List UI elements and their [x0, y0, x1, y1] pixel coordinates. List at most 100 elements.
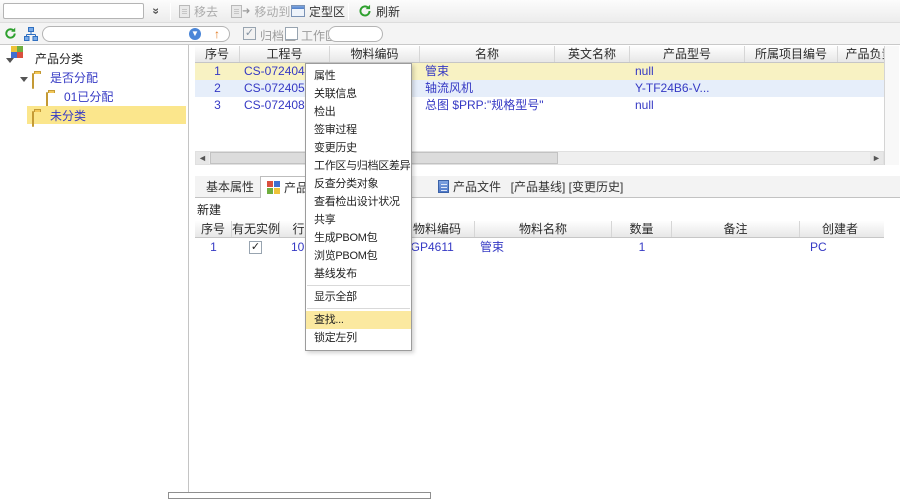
bom-col-creator[interactable]: 创建者 [800, 221, 880, 238]
bom-cell-name: 管束 [480, 239, 504, 256]
menu-item-show-all[interactable]: 显示全部 [306, 288, 411, 306]
cell-no: 1 [195, 63, 240, 80]
col-header-owner[interactable]: 产品负责人 [838, 46, 884, 63]
scroll-left-icon[interactable]: ◄ [196, 152, 209, 164]
file-icon [438, 180, 449, 193]
context-menu: 属性 关联信息 检出 签审过程 变更历史 工作区与归档区差异 反查分类对象 查看… [305, 63, 412, 351]
bom-col-no[interactable]: 序号 [195, 221, 232, 238]
table-row[interactable]: 3 CS-072408 总图 $PRP:"规格型号" null [195, 97, 884, 114]
bom-table-header: 序号 有无实例 行号 物料编码 物料名称 数量 备注 创建者 [195, 221, 884, 238]
tree-node-assign[interactable]: 是否分配 [0, 68, 189, 86]
menu-item-baseline-release[interactable]: 基线发布 [306, 265, 411, 283]
tree-root-label: 产品分类 [35, 51, 83, 68]
instance-checkbox[interactable]: ✓ [249, 241, 262, 254]
filter-toolbar: ▼ ↑ ✓ 归档区 工作区 [0, 23, 900, 45]
move-to-icon: ➜ [231, 5, 250, 18]
menu-item-checkout[interactable]: 检出 [306, 103, 411, 121]
menu-item-browse-pbom[interactable]: 浏览PBOM包 [306, 247, 411, 265]
bom-col-qty[interactable]: 数量 [612, 221, 672, 238]
menu-item-approval[interactable]: 签审过程 [306, 121, 411, 139]
category-grid-icon [267, 181, 280, 194]
search-down-icon[interactable]: ▼ [189, 28, 201, 40]
tree-refresh-icon[interactable] [4, 27, 17, 40]
panel-splitter[interactable] [188, 45, 189, 499]
bom-row[interactable]: 1 ✓ 10 6GP4611 管束 1 PC [195, 239, 884, 257]
product-table-header: 序号 工程号 物料编码 名称 英文名称 产品型号 所属项目编号 产品负责人 [195, 46, 884, 63]
archive-checkbox[interactable]: ✓ [243, 27, 256, 40]
menu-item-lock-left[interactable]: 锁定左列 [306, 329, 411, 347]
horizontal-scrollbar[interactable]: ◄ ► [195, 151, 884, 165]
menu-item-find[interactable]: 查找... [306, 311, 411, 329]
finalize-window-icon [291, 5, 305, 17]
col-header-model[interactable]: 产品型号 [630, 46, 745, 63]
expand-arrow-icon[interactable] [6, 58, 14, 63]
menu-item-reverse-lookup[interactable]: 反查分类对象 [306, 175, 411, 193]
hierarchy-icon[interactable] [24, 27, 38, 41]
refresh-button[interactable]: 刷新 [355, 2, 403, 20]
tree-assign-label: 是否分配 [50, 70, 98, 87]
col-header-name[interactable]: 名称 [420, 46, 555, 63]
main-toolbar: « 移去 ➜ 移动到 定型区 刷新 [0, 0, 900, 23]
tree-unassigned-label: 未分类 [50, 108, 86, 125]
table-row[interactable]: 1 CS-072404 管束 null [195, 63, 884, 80]
remove-page-icon [179, 5, 190, 18]
cell-name: 管束 [425, 63, 449, 80]
search-up-icon[interactable]: ↑ [214, 27, 220, 41]
tree-node-unassigned[interactable]: 未分类 [0, 106, 189, 124]
toolbar-separator [348, 3, 349, 20]
cell-eng-no: CS-072408 [244, 97, 305, 114]
tree-assigned-label: 01已分配 [64, 89, 113, 106]
popup-window-edge [168, 492, 431, 499]
toolbar-separator [170, 3, 171, 20]
move-to-label: 移动到 [254, 3, 290, 20]
cell-eng-no: CS-072405 [244, 80, 305, 97]
folder-icon [32, 111, 34, 127]
classification-tree-panel: 产品分类 是否分配 01已分配 未分类 [0, 45, 189, 499]
refresh-icon [358, 4, 372, 18]
menu-item-checkout-status[interactable]: 查看检出设计状况 [306, 193, 411, 211]
scroll-right-icon[interactable]: ► [870, 152, 883, 164]
filter-input[interactable] [328, 26, 383, 42]
col-header-en-name[interactable]: 英文名称 [555, 46, 630, 63]
bom-col-name[interactable]: 物料名称 [475, 221, 612, 238]
col-header-project[interactable]: 所属项目编号 [745, 46, 838, 63]
col-header-eng-no[interactable]: 工程号 [240, 46, 330, 63]
cell-model: null [635, 97, 654, 114]
bom-col-remark[interactable]: 备注 [672, 221, 800, 238]
cell-model: Y-TF24B6-V... [635, 80, 709, 97]
col-header-no[interactable]: 序号 [195, 46, 240, 63]
tree-search-input[interactable]: ▼ ↑ [42, 26, 230, 42]
new-button[interactable]: 新建 [197, 201, 221, 218]
menu-item-generate-pbom[interactable]: 生成PBOM包 [306, 229, 411, 247]
cell-model: null [635, 63, 654, 80]
bom-col-instance[interactable]: 有无实例 [232, 221, 280, 238]
bom-cell-line: 10 [291, 239, 304, 256]
tree-node-assigned[interactable]: 01已分配 [0, 87, 189, 105]
menu-item-workspace-diff[interactable]: 工作区与归档区差异 [306, 157, 411, 175]
menu-item-properties[interactable]: 属性 [306, 67, 411, 85]
menu-item-change-history[interactable]: 变更历史 [306, 139, 411, 157]
expand-arrow-icon[interactable] [20, 77, 28, 82]
tab-product-baseline[interactable]: [产品基线] [508, 176, 568, 198]
tab-change-history[interactable]: [变更历史] [566, 176, 626, 198]
collapse-chevron-icon[interactable]: « [148, 3, 166, 19]
vertical-scrollbar[interactable] [884, 46, 899, 165]
cell-name: 总图 $PRP:"规格型号" [425, 97, 544, 114]
bom-cell-qty: 1 [612, 239, 672, 256]
col-header-code[interactable]: 物料编码 [330, 46, 420, 63]
tab-product-files[interactable]: 产品文件 [438, 176, 502, 198]
tab-files-label: 产品文件 [453, 176, 501, 198]
toolbar-combo-input[interactable] [3, 3, 144, 19]
menu-item-related-info[interactable]: 关联信息 [306, 85, 411, 103]
cell-no: 2 [195, 80, 240, 97]
workspace-checkbox[interactable] [285, 27, 298, 40]
table-row[interactable]: 2 CS-072405 轴流风机 Y-TF24B6-V... [195, 80, 884, 97]
tab-basic-props[interactable]: 基本属性 [200, 176, 260, 198]
cell-no: 3 [195, 97, 240, 114]
move-to-button[interactable]: ➜ 移动到 [228, 2, 293, 20]
finalize-area-button[interactable]: 定型区 [288, 2, 348, 20]
refresh-label: 刷新 [376, 3, 400, 20]
menu-item-share[interactable]: 共享 [306, 211, 411, 229]
tree-node-root[interactable]: 产品分类 [0, 49, 189, 67]
remove-button[interactable]: 移去 [176, 2, 221, 20]
